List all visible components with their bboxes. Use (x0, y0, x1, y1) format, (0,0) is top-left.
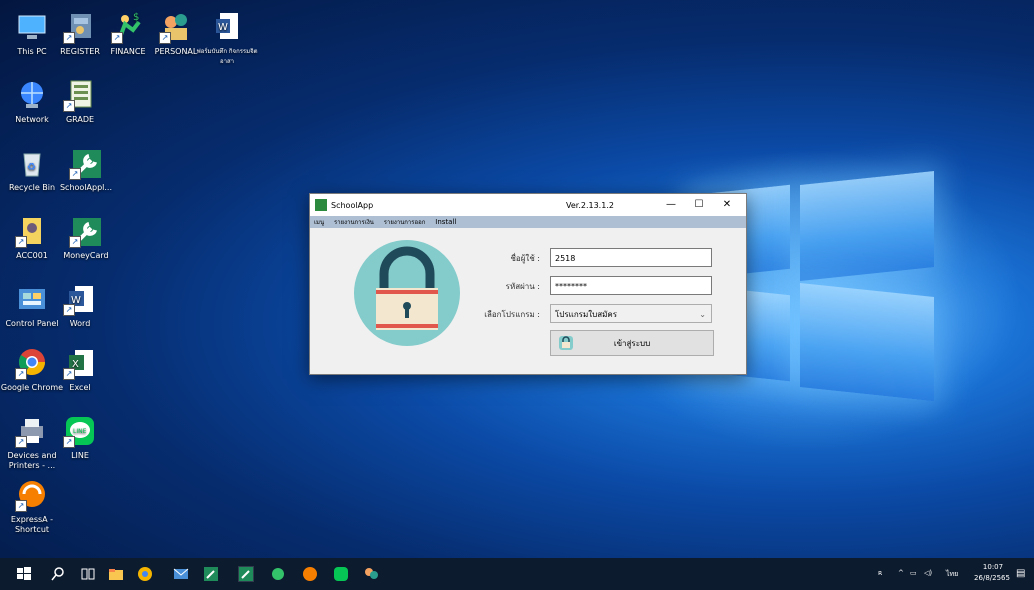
line-app-icon: LINE ↗ (63, 414, 97, 448)
logo-pane-tr (800, 170, 934, 282)
network-tray-icon[interactable]: ▭ (910, 569, 917, 577)
excel-icon: X ↗ (63, 346, 97, 380)
password-label: รหัสผ่าน : (505, 282, 540, 291)
acc001-app-icon: ↗ (15, 214, 49, 248)
schoolapp-taskbar-icon[interactable] (203, 566, 219, 582)
finance-app-icon: $ ↗ (111, 10, 145, 44)
desktop-icon-line[interactable]: LINE ↗ LINE (48, 414, 112, 461)
file-explorer-icon[interactable] (108, 566, 124, 582)
username-field[interactable]: 2518 (550, 248, 712, 267)
notification-icon[interactable]: ▤ (1016, 568, 1025, 579)
search-icon[interactable] (50, 566, 66, 582)
desktop-icon-grade[interactable]: ↗ GRADE (48, 78, 112, 125)
personal-taskbar-icon[interactable] (363, 566, 379, 582)
monitor-icon (15, 10, 49, 44)
desktop-icon-label: Excel (69, 383, 91, 392)
grade-app-icon: ↗ (63, 78, 97, 112)
menu-item-exit-report[interactable]: รายงานการออก (384, 219, 426, 226)
password-field[interactable]: ******** (550, 276, 712, 295)
schoolapp-icon (315, 199, 327, 211)
line-taskbar-icon[interactable] (333, 566, 349, 582)
program-select[interactable]: โปรแกรมใบสมัคร ⌄ (550, 304, 712, 323)
desktop-icon-volunteer-form[interactable]: W ฟอร์มบันทึก กิจกรรมจิตอาสา (195, 10, 259, 67)
window-title: SchoolApp (331, 201, 374, 210)
svg-text:♻: ♻ (27, 162, 36, 173)
padlock-small-icon (557, 334, 575, 363)
desktop-icon-label: SchoolAppl... (59, 183, 113, 192)
username-label: ชื่อผู้ใช้ : (510, 254, 541, 263)
program-label: เลือกโปรแกรม : (484, 310, 540, 319)
people-icon[interactable]: ʀ (878, 569, 882, 577)
svg-text:$: $ (133, 12, 139, 23)
program-selected-value: โปรแกรมใบสมัคร (555, 310, 618, 319)
chrome-icon: ↗ (15, 346, 49, 380)
schoolapp-login-window[interactable]: SchoolApp Ver.2.13.1.2 — ☐ ✕ เมนู รายงาน… (309, 193, 747, 375)
desktop-icon-moneycard[interactable]: ↗ MoneyCard (54, 214, 118, 261)
task-view-icon[interactable] (80, 566, 96, 582)
expressa-icon: ↗ (15, 478, 49, 512)
desktop-icon-label: GRADE (65, 115, 95, 124)
clock-date[interactable]: 26/8/2565 (972, 574, 1012, 582)
mail-icon[interactable] (173, 566, 189, 582)
close-button[interactable]: ✕ (714, 198, 740, 212)
desktop-icon-schoolapp[interactable]: ↗ SchoolAppl... (54, 146, 118, 193)
expressa-taskbar-icon[interactable] (302, 566, 318, 582)
input-language-indicator[interactable]: ไทย (946, 569, 958, 580)
menu-item-menu[interactable]: เมนู (314, 219, 324, 226)
login-button[interactable]: เข้าสู่ระบบ (550, 330, 714, 356)
minimize-button[interactable]: — (658, 198, 684, 212)
desktop-icon-excel[interactable]: X ↗ Excel (48, 346, 112, 393)
logo-pane-br (800, 282, 934, 402)
title-bar[interactable]: SchoolApp Ver.2.13.1.2 — ☐ ✕ (310, 194, 746, 216)
login-button-label: เข้าสู่ระบบ (613, 339, 651, 348)
network-globe-icon (15, 78, 49, 112)
desktop-wallpaper: This PC ↗ REGISTER $ ↗ FINANCE ↗ PERSONA… (0, 0, 1034, 558)
maximize-button[interactable]: ☐ (686, 198, 712, 212)
schoolapp-wrench-icon: ↗ (69, 146, 103, 180)
recycle-bin-icon: ♻ (15, 146, 49, 180)
register-app-icon: ↗ (63, 10, 97, 44)
desktop-icon-word[interactable]: W ↗ Word (48, 282, 112, 329)
printer-icon: ↗ (15, 414, 49, 448)
word-document-icon: W (210, 10, 244, 44)
volume-icon[interactable]: ◁) (924, 569, 932, 577)
finance-taskbar-icon[interactable] (270, 566, 286, 582)
svg-text:LINE: LINE (73, 428, 87, 435)
taskbar: ʀ ^ ▭ ◁) ไทย 10:07 26/8/2565 ▤ (0, 558, 1034, 590)
desktop-icon-label: Word (69, 319, 91, 328)
padlock-icon (354, 240, 460, 346)
menu-item-finance-report[interactable]: รายงานการเงิน (334, 219, 374, 226)
desktop-icon-label: ฟอร์มบันทึก กิจกรรมจิตอาสา (196, 48, 258, 65)
svg-text:W: W (218, 22, 228, 33)
chrome-taskbar-icon[interactable] (137, 566, 153, 582)
control-panel-icon (15, 282, 49, 316)
menu-item-install[interactable]: Install (435, 218, 456, 226)
schoolapp-active-taskbar-icon[interactable] (238, 566, 254, 582)
desktop-icon-label: MoneyCard (63, 251, 109, 260)
chevron-down-icon: ⌄ (699, 310, 706, 319)
desktop-icon-label: ExpressA - Shortcut (10, 515, 54, 534)
menu-bar: เมนู รายงานการเงิน รายงานการออก Install (310, 216, 746, 228)
desktop-icon-label: LINE (71, 451, 89, 460)
login-form: ชื่อผู้ใช้ : 2518 รหัสผ่าน : ******** เล… (310, 228, 746, 372)
word-icon: W ↗ (63, 282, 97, 316)
chevron-up-icon[interactable]: ^ (898, 569, 904, 577)
clock-time[interactable]: 10:07 (976, 563, 1010, 571)
version-label: Ver.2.13.1.2 (566, 201, 614, 210)
desktop-icon-expressa[interactable]: ↗ ExpressA - Shortcut (0, 478, 64, 535)
personal-app-icon: ↗ (159, 10, 193, 44)
windows-start-icon[interactable] (16, 566, 32, 582)
moneycard-wrench-icon: ↗ (69, 214, 103, 248)
